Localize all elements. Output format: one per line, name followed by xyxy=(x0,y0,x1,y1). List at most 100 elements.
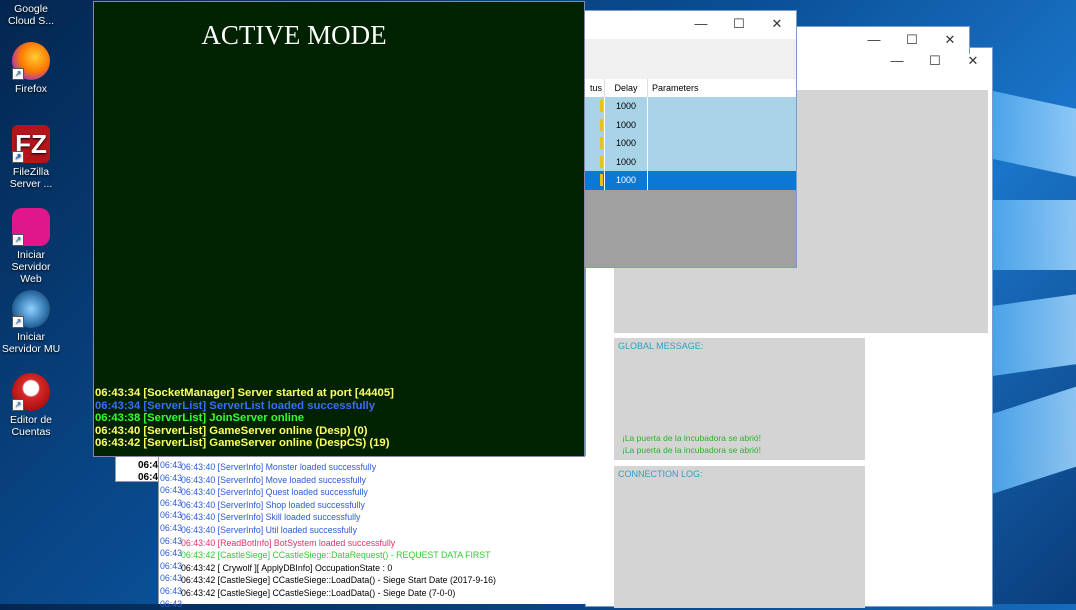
log-line: 06:43:42 [CastleSiege] CCastleSiege::Dat… xyxy=(181,550,491,561)
global-message-line: ¡La puerta de la incubadora se abrió! xyxy=(622,433,761,443)
parameters-cell xyxy=(648,97,797,116)
wallpaper-beam xyxy=(990,90,1076,178)
minimize-icon[interactable]: — xyxy=(855,27,893,55)
console-line: 06:43:42 [ServerList] GameServer online … xyxy=(95,437,390,449)
desktop-icon-account-editor[interactable]: ↗ Editor de Cuentas xyxy=(0,373,62,438)
event-table-window[interactable]: — ☐ ✕ tus Delay Parameters 1000 1000 100… xyxy=(560,10,797,268)
desktop-icon-google-cloud[interactable]: Google Cloud S... xyxy=(0,0,62,27)
parameters-cell xyxy=(648,153,797,172)
console-log: 06:43:34 [SocketManager] Server started … xyxy=(95,387,394,450)
log-prefix: 06:43 xyxy=(160,460,183,470)
desktop-icon-label: Iniciar Servidor MU xyxy=(1,331,61,355)
console-line: 06:43:40 [ServerList] GameServer online … xyxy=(95,424,368,437)
desktop-icon-label: Firefox xyxy=(14,83,48,95)
status-marker-icon xyxy=(600,174,603,187)
table-row[interactable]: 1000 xyxy=(561,115,796,134)
console-title: ACTIVE MODE xyxy=(201,20,387,50)
log-line: 06:43:40 [ServerInfo] Quest loaded succe… xyxy=(181,487,368,498)
log-prefix: 06:43 xyxy=(160,485,183,496)
desktop-icon-label: Iniciar Servidor Web xyxy=(11,249,51,285)
mu-server-icon: ↗ xyxy=(12,290,50,328)
shortcut-arrow-icon: ↗ xyxy=(12,399,24,411)
connection-log-panel: CONNECTION LOG: xyxy=(614,466,865,608)
shortcut-arrow-icon: ↗ xyxy=(12,316,24,328)
log-prefix: 06:43 xyxy=(160,560,183,571)
log-prefix-column: 06:43 06:43 06:43 06:43 06:43 06:43 06:4… xyxy=(160,459,182,610)
global-message-panel: GLOBAL MESSAGE: ¡La puerta de la incubad… xyxy=(614,338,865,460)
log-prefix: 06:43 xyxy=(160,472,183,483)
column-header-parameters[interactable]: Parameters xyxy=(648,79,797,97)
log-line: 06:43:40 [ReadBotInfo] BotSystem loaded … xyxy=(181,537,396,548)
status-marker-icon xyxy=(600,118,603,131)
log-prefix: 06:43 xyxy=(160,522,183,533)
table-row-selected[interactable]: 1000 xyxy=(561,171,796,190)
firefox-icon: ↗ xyxy=(12,42,50,80)
table-row[interactable]: 1000 xyxy=(561,134,796,153)
status-marker-icon xyxy=(600,155,603,168)
partial-log-prefix: 06:4 xyxy=(138,472,159,483)
delay-cell: 1000 xyxy=(604,115,648,134)
minimize-icon[interactable]: — xyxy=(682,11,720,39)
parameters-cell xyxy=(648,134,797,153)
desktop-icon-mu-server[interactable]: ↗ Iniciar Servidor MU xyxy=(0,290,62,355)
maximize-icon[interactable]: ☐ xyxy=(893,27,931,55)
web-server-icon: ↗ xyxy=(12,208,50,246)
log-line: 06:43:42 [ Crywolf ][ ApplyDBInfo] Occup… xyxy=(181,562,393,573)
console-line: 06:43:34 [ServerList] ServerList loaded … xyxy=(95,399,376,412)
log-prefix: 06:43 xyxy=(160,510,183,521)
table-row[interactable]: 1000 xyxy=(561,97,796,116)
desktop-icon-firefox[interactable]: ↗ Firefox xyxy=(0,42,62,95)
log-prefix: 06:43 xyxy=(160,548,183,559)
gameserver-log-window[interactable]: 06:43 06:43 06:43 06:43 06:43 06:43 06:4… xyxy=(158,456,614,609)
log-line: 06:43:40 [ServerInfo] Monster loaded suc… xyxy=(181,462,377,472)
account-editor-icon: ↗ xyxy=(12,373,50,411)
desktop-icon-label: Editor de Cuentas xyxy=(9,414,53,438)
parameters-cell xyxy=(648,171,797,190)
wallpaper-beam xyxy=(990,293,1076,377)
console-line: 06:43:34 [SocketManager] Server started … xyxy=(95,387,394,399)
log-line: 06:43:40 [ServerInfo] Util loaded succes… xyxy=(181,524,358,535)
desktop-icon-web-server[interactable]: ↗ Iniciar Servidor Web xyxy=(0,208,62,285)
maximize-icon[interactable]: ☐ xyxy=(720,11,758,39)
table-row[interactable]: 1000 xyxy=(561,152,797,172)
console-line: 06:43:38 [ServerList] JoinServer online xyxy=(95,412,305,424)
shortcut-arrow-icon: ↗ xyxy=(12,68,24,80)
desktop-icon-label: FileZilla Server ... xyxy=(9,166,53,190)
event-table: tus Delay Parameters 1000 1000 1000 1000… xyxy=(561,79,796,190)
status-marker-icon xyxy=(600,100,603,113)
close-icon[interactable]: ✕ xyxy=(931,27,969,55)
log-line: 06:43:40 [ServerInfo] Move loaded succes… xyxy=(181,474,366,485)
active-mode-console[interactable]: ACTIVE MODE 06:43:34 [SocketManager] Ser… xyxy=(93,1,585,457)
window-title-bar-controls: — ☐ ✕ xyxy=(682,11,796,39)
shortcut-arrow-icon: ↗ xyxy=(12,234,24,246)
log-line: 06:43:40 [ServerInfo] Shop loaded succes… xyxy=(181,499,365,510)
wallpaper-beam xyxy=(990,200,1076,270)
log-line: 06:43:40 [ServerInfo] Skill loaded succe… xyxy=(181,512,361,523)
status-marker-icon xyxy=(600,137,603,150)
desktop-icon-label: Google Cloud S... xyxy=(7,3,55,27)
log-line: 06:43:42 [CastleSiege] CCastleSiege::Loa… xyxy=(181,575,496,586)
log-prefix: 06:43 xyxy=(160,535,183,546)
close-icon[interactable]: ✕ xyxy=(758,11,796,39)
toolbar xyxy=(561,39,796,79)
global-message-label: GLOBAL MESSAGE: xyxy=(618,341,704,351)
global-message-line: ¡La puerta de la incubadora se abrió! xyxy=(622,445,761,455)
list-panel: tus Delay Parameters 1000 1000 1000 1000… xyxy=(561,79,796,267)
desktop-icon-filezilla[interactable]: FZ ↗ FileZilla Server ... xyxy=(0,125,62,190)
delay-cell: 1000 xyxy=(604,97,648,116)
filezilla-icon: FZ ↗ xyxy=(12,125,50,163)
log-prefix: 06:43 xyxy=(160,497,183,508)
delay-cell: 1000 xyxy=(604,152,648,171)
log-line: 06:43:42 [CastleSiege] CCastleSiege::Loa… xyxy=(181,587,456,598)
wallpaper-beam xyxy=(990,385,1076,495)
delay-cell: 1000 xyxy=(604,171,648,190)
log-prefix: 06:43 xyxy=(160,573,183,584)
window-title-bar-controls: — ☐ ✕ xyxy=(855,27,969,55)
connection-log-label: CONNECTION LOG: xyxy=(618,469,703,479)
log-lines: 06:43:40 [ServerInfo] Monster loaded suc… xyxy=(181,461,611,600)
delay-cell: 1000 xyxy=(604,134,648,153)
partial-log-prefix: 06:4 xyxy=(138,460,159,471)
column-header-delay[interactable]: Delay xyxy=(604,79,648,97)
shortcut-arrow-icon: ↗ xyxy=(12,151,24,163)
log-prefix: 06:43 xyxy=(160,585,183,596)
